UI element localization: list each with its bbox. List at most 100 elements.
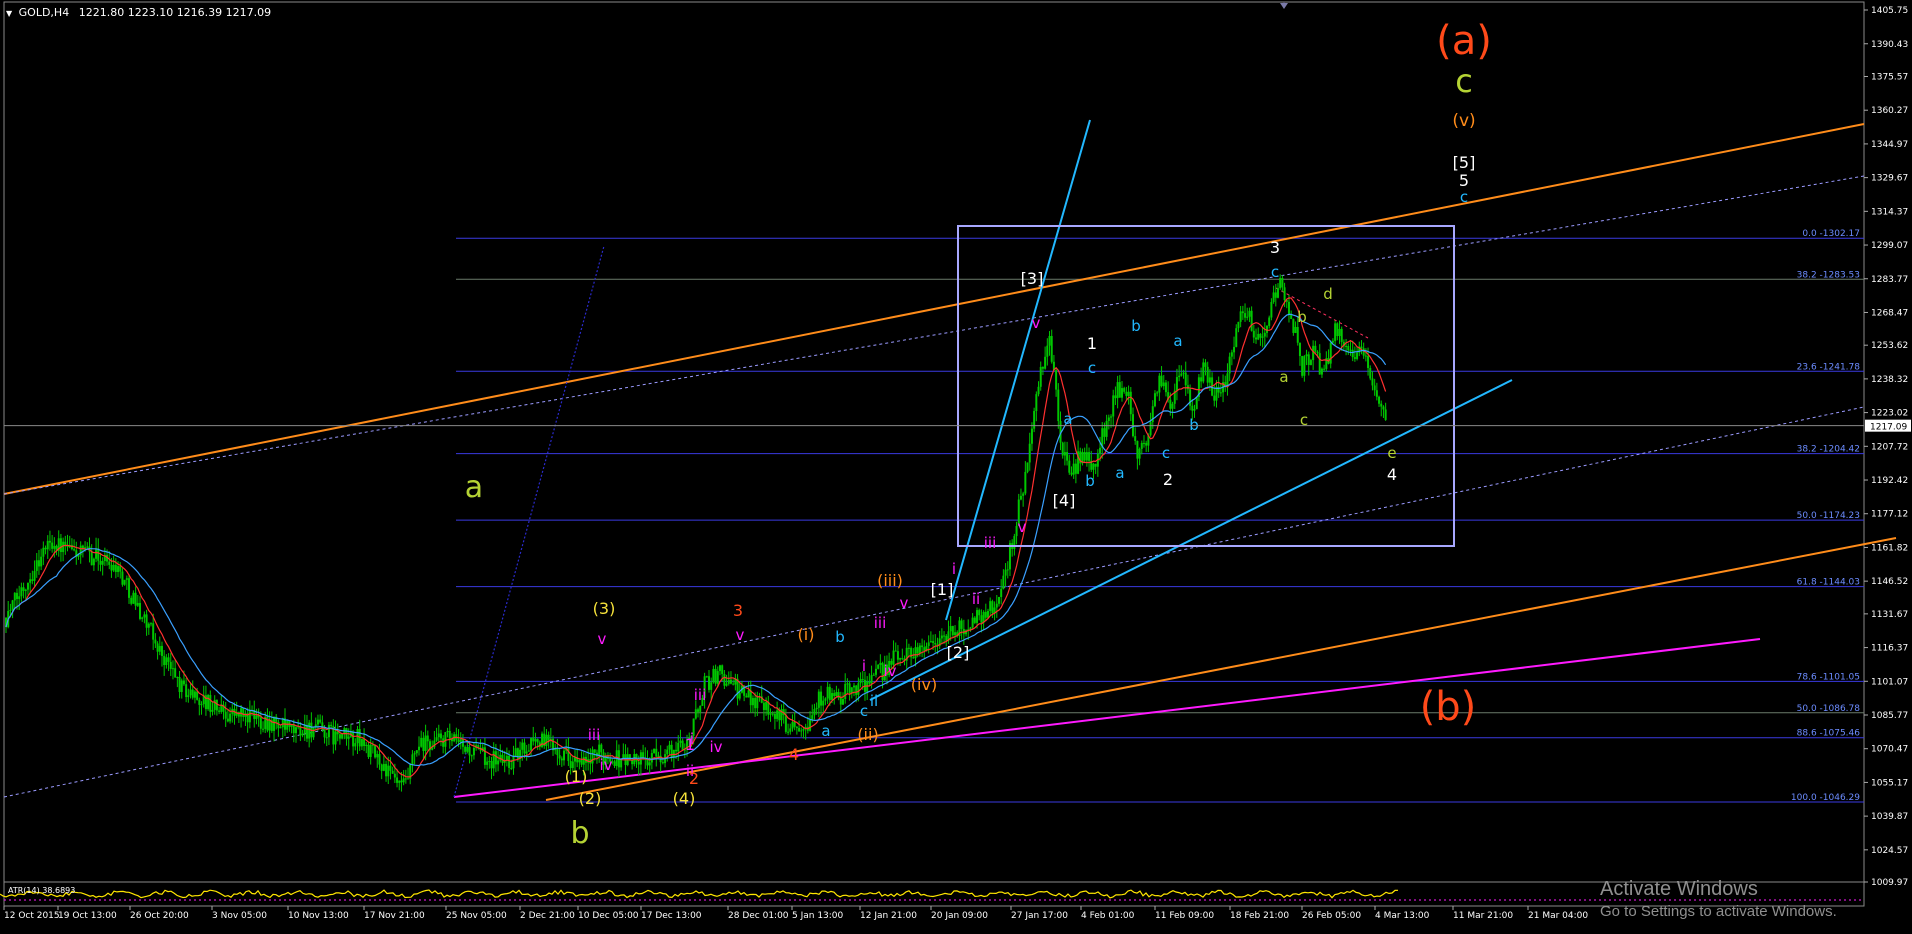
candle-body [960, 620, 963, 629]
candle-body [1305, 354, 1308, 357]
candle-body [31, 579, 34, 581]
candle-body [749, 690, 752, 706]
candle-body [1309, 360, 1312, 365]
candle-body [1261, 336, 1264, 338]
candle-body [718, 665, 721, 672]
candle-body [193, 691, 196, 698]
candle-body [1035, 394, 1038, 412]
candle-body [560, 758, 563, 761]
candle-body [99, 560, 102, 565]
time-tick-label: 3 Nov 05:00 [212, 911, 267, 921]
wave-label: 2 [689, 769, 699, 788]
candle-body [637, 761, 640, 765]
fib-level-label: 88.6 -1075.46 [1797, 729, 1861, 739]
wave-label: v [1032, 314, 1041, 332]
candle-body [1088, 452, 1091, 461]
candle-body [582, 756, 585, 765]
candle-body [1140, 442, 1143, 449]
price-tick-label: 1039.87 [1871, 812, 1908, 822]
candle-body [198, 699, 201, 705]
candle-body [1340, 328, 1343, 342]
candle-body [850, 687, 853, 693]
candle-body [1250, 310, 1253, 331]
candle-body [1037, 386, 1040, 395]
candle-body [1353, 357, 1356, 359]
candle-body [725, 683, 728, 686]
candle-body [334, 731, 337, 745]
candle-body [835, 692, 838, 697]
candle-body [995, 603, 998, 608]
candle-body [1336, 323, 1339, 337]
candle-body [789, 728, 792, 732]
candle-body [1378, 396, 1381, 404]
fib-level-label: 38.2 -1283.53 [1797, 270, 1860, 280]
atr-line [0, 889, 1399, 899]
wave-labels: (a)c(v)[5]5c(b)ab(3)(1)(2) (4)viiiiviii3v… [465, 18, 1492, 851]
price-tick-label: 1329.67 [1871, 174, 1908, 184]
candle-body [13, 592, 16, 601]
candle-body [1178, 375, 1181, 378]
candle-body [593, 749, 596, 753]
candle-body [754, 698, 757, 709]
time-tick-label: 17 Dec 13:00 [641, 911, 702, 921]
candle-body [1013, 536, 1016, 549]
candle-body [914, 647, 917, 659]
candle-body [385, 763, 388, 777]
candle-body [424, 735, 427, 751]
candle-body [1237, 321, 1240, 329]
candle-body [1121, 388, 1124, 398]
candle-body [123, 579, 126, 585]
candle-body [402, 778, 405, 783]
candle-body [347, 736, 350, 739]
candle-body [325, 737, 328, 739]
candle-body [1356, 352, 1359, 359]
candle-body [1162, 382, 1165, 387]
candle-body [710, 682, 713, 690]
candle-body [800, 730, 803, 732]
candle-body [954, 632, 957, 636]
candle-body [778, 710, 781, 721]
time-tick-label: 11 Mar 21:00 [1453, 911, 1513, 921]
wave-label: c [1271, 263, 1279, 281]
candle-body [532, 737, 535, 742]
candle-body [200, 704, 203, 706]
candle-body [1263, 332, 1266, 337]
price-tick-label: 1405.75 [1871, 6, 1908, 16]
candle-body [1371, 378, 1374, 386]
activate-windows-subtitle: Go to Settings to activate Windows. [1600, 903, 1837, 920]
candle-body [657, 755, 660, 757]
candle-body [675, 749, 678, 752]
candle-body [29, 579, 32, 583]
candle-body [1092, 463, 1095, 470]
candle-body [1019, 495, 1022, 500]
candle-body [40, 556, 43, 567]
fibonacci-levels: 0.0 -1302.1738.2 -1283.5323.6 -1241.7838… [456, 229, 1864, 803]
price-chart[interactable]: 0.0 -1302.1738.2 -1283.5323.6 -1241.7838… [0, 0, 1912, 930]
candle-body [374, 744, 377, 758]
wave-label: 2 [1163, 470, 1173, 489]
candle-body [1142, 442, 1145, 444]
candle-body [927, 642, 930, 646]
candle-body [1085, 452, 1088, 461]
candle-body [112, 564, 115, 571]
fib-level-label: 61.8 -1144.03 [1797, 578, 1860, 588]
price-tick-label: 1146.52 [1871, 577, 1908, 587]
candle-body [1364, 355, 1367, 357]
candle-body [978, 610, 981, 616]
candle-body [382, 763, 385, 771]
candle-body [1239, 311, 1242, 322]
symbol-label: GOLD,H4 [18, 6, 70, 19]
candle-body [90, 551, 93, 566]
candle-body [727, 679, 730, 684]
candle-body [787, 731, 790, 733]
candle-body [1184, 372, 1187, 386]
wave-label: a [821, 722, 830, 740]
chart-header: ▼ GOLD,H4 1221.80 1223.10 1216.39 1217.0… [6, 6, 271, 19]
candle-body [33, 570, 36, 581]
candle-body [185, 684, 188, 698]
candle-body [268, 720, 271, 731]
candle-body [1369, 368, 1372, 379]
fib-level-label: 78.6 -1101.05 [1797, 672, 1860, 682]
candle-body [286, 720, 289, 730]
chart-menu-icon[interactable]: ▼ [6, 9, 12, 18]
